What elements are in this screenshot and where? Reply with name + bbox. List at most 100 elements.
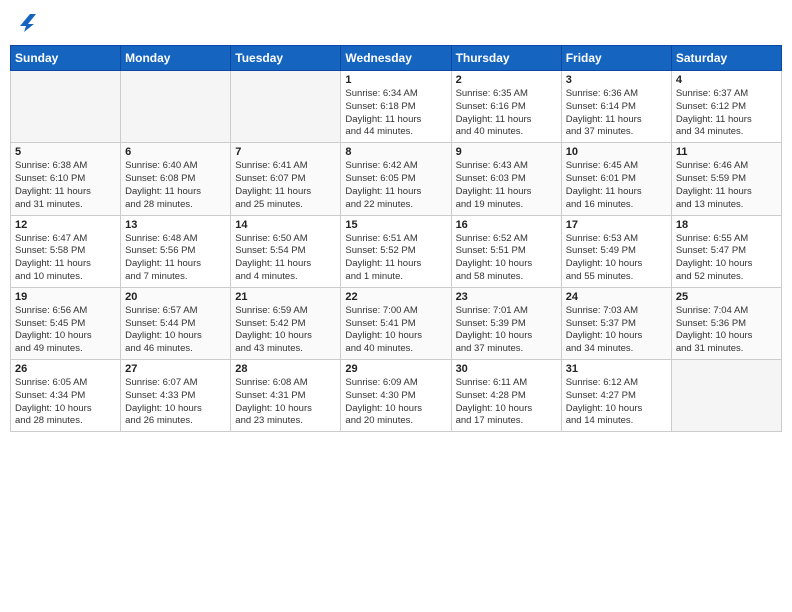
calendar-cell: 29 Sunrise: 6:09 AM Sunset: 4:30 PM Dayli… (341, 360, 451, 432)
day-info: Sunrise: 6:05 AM Sunset: 4:34 PM Dayligh… (15, 377, 116, 428)
calendar-cell: 14 Sunrise: 6:50 AM Sunset: 5:54 PM Dayli… (231, 215, 341, 287)
calendar-cell (11, 71, 121, 143)
calendar-cell: 5 Sunrise: 6:38 AM Sunset: 6:10 PM Daylig… (11, 143, 121, 215)
day-info: Sunrise: 6:37 AM Sunset: 6:12 PM Dayligh… (676, 88, 777, 139)
calendar-cell: 3 Sunrise: 6:36 AM Sunset: 6:14 PM Daylig… (561, 71, 671, 143)
day-info: Sunrise: 6:08 AM Sunset: 4:31 PM Dayligh… (235, 377, 336, 428)
day-number: 14 (235, 219, 336, 231)
day-info: Sunrise: 6:59 AM Sunset: 5:42 PM Dayligh… (235, 305, 336, 356)
calendar-cell (231, 71, 341, 143)
day-info: Sunrise: 6:52 AM Sunset: 5:51 PM Dayligh… (456, 233, 557, 284)
day-info: Sunrise: 6:46 AM Sunset: 5:59 PM Dayligh… (676, 160, 777, 211)
day-info: Sunrise: 6:11 AM Sunset: 4:28 PM Dayligh… (456, 377, 557, 428)
day-info: Sunrise: 7:03 AM Sunset: 5:37 PM Dayligh… (566, 305, 667, 356)
day-info: Sunrise: 6:42 AM Sunset: 6:05 PM Dayligh… (345, 160, 446, 211)
day-number: 10 (566, 146, 667, 158)
calendar-week-row: 19 Sunrise: 6:56 AM Sunset: 5:45 PM Dayli… (11, 287, 782, 359)
weekday-header: Friday (561, 46, 671, 71)
calendar-cell: 26Sunrise: 6:05 AM Sunset: 4:34 PM Dayli… (11, 360, 121, 432)
day-info: Sunrise: 6:45 AM Sunset: 6:01 PM Dayligh… (566, 160, 667, 211)
day-info: Sunrise: 6:38 AM Sunset: 6:10 PM Dayligh… (15, 160, 116, 211)
day-number: 30 (456, 363, 557, 375)
day-number: 5 (15, 146, 116, 158)
day-info: Sunrise: 6:48 AM Sunset: 5:56 PM Dayligh… (125, 233, 226, 284)
day-info: Sunrise: 6:36 AM Sunset: 6:14 PM Dayligh… (566, 88, 667, 139)
calendar: SundayMondayTuesdayWednesdayThursdayFrid… (10, 45, 782, 432)
day-info: Sunrise: 6:07 AM Sunset: 4:33 PM Dayligh… (125, 377, 226, 428)
day-number: 27 (125, 363, 226, 375)
weekday-header: Saturday (671, 46, 781, 71)
calendar-cell: 25 Sunrise: 7:04 AM Sunset: 5:36 PM Dayli… (671, 287, 781, 359)
day-info: Sunrise: 6:53 AM Sunset: 5:49 PM Dayligh… (566, 233, 667, 284)
day-number: 18 (676, 219, 777, 231)
day-info: Sunrise: 6:56 AM Sunset: 5:45 PM Dayligh… (15, 305, 116, 356)
day-number: 29 (345, 363, 446, 375)
calendar-cell: 28Sunrise: 6:08 AM Sunset: 4:31 PM Dayli… (231, 360, 341, 432)
day-info: Sunrise: 6:47 AM Sunset: 5:58 PM Dayligh… (15, 233, 116, 284)
calendar-week-row: 26Sunrise: 6:05 AM Sunset: 4:34 PM Dayli… (11, 360, 782, 432)
day-info: Sunrise: 6:12 AM Sunset: 4:27 PM Dayligh… (566, 377, 667, 428)
day-number: 11 (676, 146, 777, 158)
calendar-cell: 7Sunrise: 6:41 AM Sunset: 6:07 PM Daylig… (231, 143, 341, 215)
calendar-week-row: 1Sunrise: 6:34 AM Sunset: 6:18 PM Daylig… (11, 71, 782, 143)
day-info: Sunrise: 7:01 AM Sunset: 5:39 PM Dayligh… (456, 305, 557, 356)
day-number: 23 (456, 291, 557, 303)
day-number: 20 (125, 291, 226, 303)
calendar-cell: 1Sunrise: 6:34 AM Sunset: 6:18 PM Daylig… (341, 71, 451, 143)
calendar-cell: 22Sunrise: 7:00 AM Sunset: 5:41 PM Dayli… (341, 287, 451, 359)
logo-icon (14, 10, 36, 32)
calendar-cell: 19 Sunrise: 6:56 AM Sunset: 5:45 PM Dayli… (11, 287, 121, 359)
weekday-header: Thursday (451, 46, 561, 71)
calendar-cell: 8 Sunrise: 6:42 AM Sunset: 6:05 PM Daylig… (341, 143, 451, 215)
day-number: 13 (125, 219, 226, 231)
calendar-cell: 21 Sunrise: 6:59 AM Sunset: 5:42 PM Dayli… (231, 287, 341, 359)
day-info: Sunrise: 6:09 AM Sunset: 4:30 PM Dayligh… (345, 377, 446, 428)
calendar-cell (671, 360, 781, 432)
calendar-cell: 17 Sunrise: 6:53 AM Sunset: 5:49 PM Dayli… (561, 215, 671, 287)
day-number: 9 (456, 146, 557, 158)
day-number: 8 (345, 146, 446, 158)
weekday-header: Monday (121, 46, 231, 71)
calendar-cell: 11 Sunrise: 6:46 AM Sunset: 5:59 PM Dayli… (671, 143, 781, 215)
day-number: 22 (345, 291, 446, 303)
calendar-cell: 24 Sunrise: 7:03 AM Sunset: 5:37 PM Dayli… (561, 287, 671, 359)
calendar-cell: 23 Sunrise: 7:01 AM Sunset: 5:39 PM Dayli… (451, 287, 561, 359)
calendar-cell: 9 Sunrise: 6:43 AM Sunset: 6:03 PM Daylig… (451, 143, 561, 215)
weekday-header: Wednesday (341, 46, 451, 71)
day-number: 6 (125, 146, 226, 158)
header (10, 10, 782, 37)
day-info: Sunrise: 6:50 AM Sunset: 5:54 PM Dayligh… (235, 233, 336, 284)
calendar-cell: 12 Sunrise: 6:47 AM Sunset: 5:58 PM Dayli… (11, 215, 121, 287)
calendar-cell (121, 71, 231, 143)
page: SundayMondayTuesdayWednesdayThursdayFrid… (0, 0, 792, 612)
day-info: Sunrise: 6:35 AM Sunset: 6:16 PM Dayligh… (456, 88, 557, 139)
day-info: Sunrise: 7:04 AM Sunset: 5:36 PM Dayligh… (676, 305, 777, 356)
day-info: Sunrise: 6:40 AM Sunset: 6:08 PM Dayligh… (125, 160, 226, 211)
calendar-cell: 6 Sunrise: 6:40 AM Sunset: 6:08 PM Daylig… (121, 143, 231, 215)
day-number: 21 (235, 291, 336, 303)
calendar-week-row: 5 Sunrise: 6:38 AM Sunset: 6:10 PM Daylig… (11, 143, 782, 215)
day-number: 25 (676, 291, 777, 303)
day-number: 19 (15, 291, 116, 303)
calendar-cell: 27 Sunrise: 6:07 AM Sunset: 4:33 PM Dayli… (121, 360, 231, 432)
day-number: 3 (566, 74, 667, 86)
day-info: Sunrise: 6:43 AM Sunset: 6:03 PM Dayligh… (456, 160, 557, 211)
calendar-cell: 20 Sunrise: 6:57 AM Sunset: 5:44 PM Dayli… (121, 287, 231, 359)
day-info: Sunrise: 6:51 AM Sunset: 5:52 PM Dayligh… (345, 233, 446, 284)
day-number: 31 (566, 363, 667, 375)
weekday-header: Sunday (11, 46, 121, 71)
day-number: 1 (345, 74, 446, 86)
day-number: 16 (456, 219, 557, 231)
day-number: 12 (15, 219, 116, 231)
weekday-header: Tuesday (231, 46, 341, 71)
calendar-cell: 31 Sunrise: 6:12 AM Sunset: 4:27 PM Dayli… (561, 360, 671, 432)
day-number: 17 (566, 219, 667, 231)
day-info: Sunrise: 6:57 AM Sunset: 5:44 PM Dayligh… (125, 305, 226, 356)
calendar-cell: 16 Sunrise: 6:52 AM Sunset: 5:51 PM Dayli… (451, 215, 561, 287)
calendar-cell: 10 Sunrise: 6:45 AM Sunset: 6:01 PM Dayli… (561, 143, 671, 215)
day-number: 7 (235, 146, 336, 158)
calendar-cell: 30 Sunrise: 6:11 AM Sunset: 4:28 PM Dayli… (451, 360, 561, 432)
day-info: Sunrise: 6:55 AM Sunset: 5:47 PM Dayligh… (676, 233, 777, 284)
day-number: 24 (566, 291, 667, 303)
day-number: 15 (345, 219, 446, 231)
